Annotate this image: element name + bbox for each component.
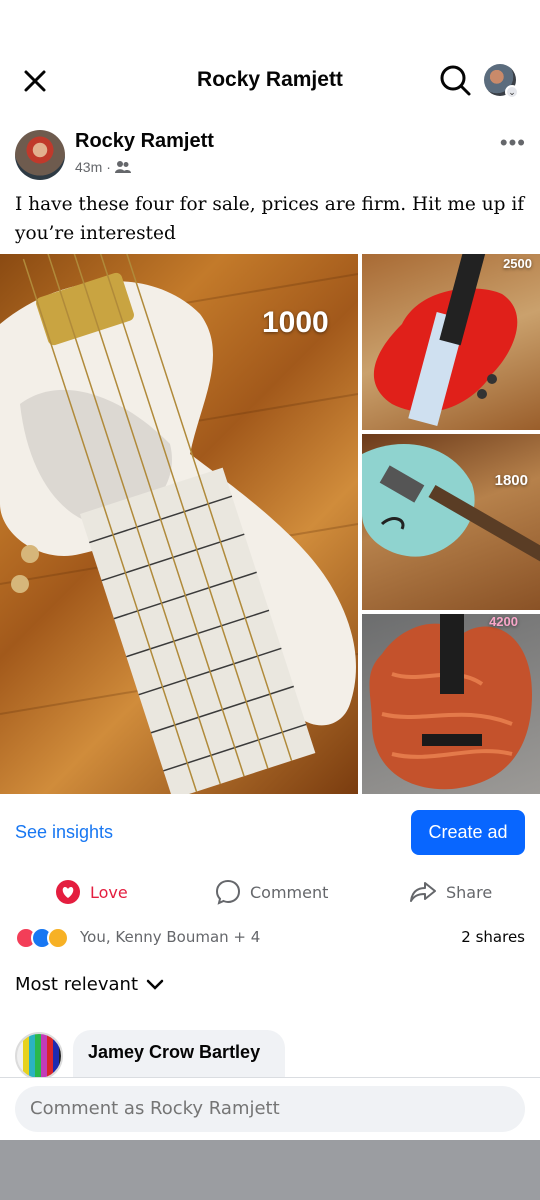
meta-separator: · [106,159,111,175]
photo-grid: 1000 2500 1800 4200 [0,254,540,794]
price-label: 2500 [503,256,532,271]
chevron-down-icon [146,979,164,990]
reaction-people[interactable]: You, Kenny Bouman + 4 [80,928,260,946]
reaction-bar: Love Comment Share [0,874,540,910]
comment-icon [215,879,241,905]
system-nav-bar [0,1140,540,1200]
comment-item: Jamey Crow Bartley [0,1030,540,1078]
reaction-icons[interactable] [15,927,69,949]
reaction-summary: You, Kenny Bouman + 4 2 shares [0,924,540,952]
care-reaction-icon [47,927,69,949]
comment-input[interactable] [15,1086,525,1132]
comment-label: Comment [250,882,329,902]
share-button[interactable]: Share [409,874,492,910]
post-header: Rocky Ramjett 43m · ••• [0,128,540,184]
price-label: 4200 [489,614,518,629]
profile-avatar[interactable]: ⌄ [484,64,519,99]
price-label: 1000 [262,306,329,339]
comment-button[interactable]: Comment [215,874,328,910]
blue-bass-illustration [362,444,540,563]
comment-author[interactable]: Jamey Crow Bartley [88,1040,270,1064]
orange-bass-illustration [369,614,532,790]
photo-white-bass[interactable]: 1000 [0,254,358,794]
red-bass-illustration [373,254,518,427]
sort-label: Most relevant [15,974,139,995]
post-author[interactable]: Rocky Ramjett [75,130,214,153]
post-actions-row: See insights Create ad [0,810,540,856]
avatar[interactable] [15,1032,63,1078]
heart-icon [56,880,80,904]
post-meta: 43m · [75,159,131,175]
photo-red-bass[interactable]: 2500 [362,254,540,430]
comment-composer [0,1077,540,1140]
comment-bubble[interactable]: Jamey Crow Bartley [73,1030,285,1078]
photo-orange-bass[interactable]: 4200 [362,614,540,794]
see-insights-link[interactable]: See insights [15,822,113,843]
avatar[interactable] [15,130,65,180]
chevron-down-icon: ⌄ [505,85,519,99]
post-time[interactable]: 43m [75,159,102,175]
top-bar: Rocky Ramjett ⌄ [0,50,540,112]
share-label: Share [446,882,493,902]
love-button[interactable]: Love [55,874,128,910]
more-icon[interactable]: ••• [500,130,526,156]
friends-icon [114,161,131,173]
price-label: 1800 [494,472,528,489]
love-label: Love [90,882,128,902]
post-text: I have these four for sale, prices are f… [15,194,525,244]
photo-blue-bass[interactable]: 1800 [362,434,540,610]
comment-sort-dropdown[interactable]: Most relevant [15,974,164,995]
share-count[interactable]: 2 shares [461,928,525,946]
create-ad-button[interactable]: Create ad [411,810,525,855]
share-icon [410,882,436,902]
search-icon[interactable] [438,63,472,97]
